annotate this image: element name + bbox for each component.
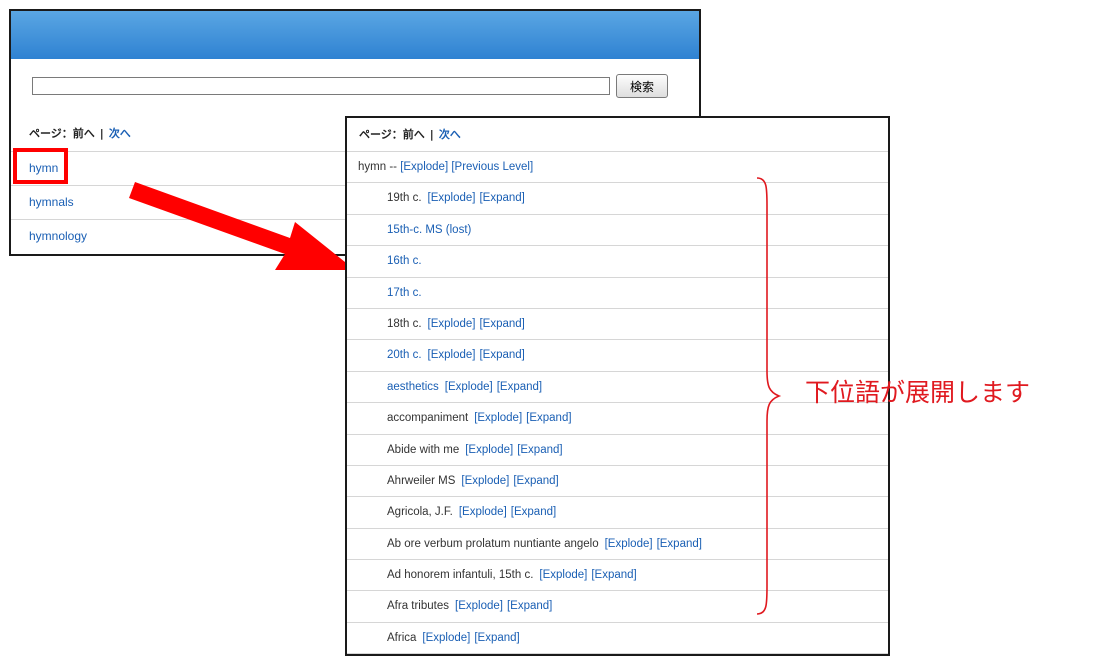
- subterm-label[interactable]: 20th c.: [387, 349, 422, 361]
- pager-separator: |: [99, 127, 104, 140]
- explode-link[interactable]: [Explode]: [459, 506, 507, 518]
- subterm-label: Abide with me: [387, 443, 460, 456]
- subterm-actions: [Explode] [Expand]: [605, 538, 706, 550]
- subterm-label: Africa: [387, 631, 417, 644]
- subterm-row: Ab ore verbum prolatum nuntiante angelo […: [347, 529, 888, 561]
- subterm-row: Ahrweiler MS [Explode] [Expand]: [347, 466, 888, 498]
- expand-link[interactable]: [Expand]: [657, 538, 702, 550]
- subterm-row: 20th c. [Explode] [Expand]: [347, 340, 888, 372]
- expand-link[interactable]: [Expand]: [497, 381, 542, 393]
- explode-link[interactable]: [Explode]: [400, 161, 448, 173]
- subterm-label[interactable]: 15th-c. MS (lost): [387, 224, 471, 236]
- subterm-actions: [Explode] [Expand]: [474, 412, 575, 424]
- subterm-row: Ad honorem infantuli, 15th c. [Explode] [E…: [347, 560, 888, 592]
- pager: ページ：前へ | 次へ: [29, 125, 131, 141]
- subterm-label: 19th c.: [387, 192, 422, 205]
- subterm-actions: [Explode] [Expand]: [428, 349, 529, 361]
- subterm-label: Ab ore verbum prolatum nuntiante angelo: [387, 537, 599, 550]
- subterm-actions: [Explode] [Expand]: [459, 506, 560, 518]
- subterm-row: 19th c. [Explode] [Expand]: [347, 183, 888, 215]
- expand-link[interactable]: [Expand]: [517, 444, 562, 456]
- subterm-row: 17th c.: [347, 278, 888, 309]
- previous-level-link[interactable]: [Previous Level]: [451, 161, 533, 173]
- header-bar: [11, 11, 699, 59]
- parent-term-row: hymn -- [Explode] [Previous Level]: [347, 152, 888, 184]
- expand-link[interactable]: [Expand]: [479, 192, 524, 204]
- subterm-actions: [Explode] [Expand]: [539, 569, 640, 581]
- subterm-row: Afra tributes [Explode] [Expand]: [347, 591, 888, 623]
- explode-link[interactable]: [Explode]: [422, 632, 470, 644]
- result-link[interactable]: hymnals: [29, 195, 74, 209]
- explode-link[interactable]: [Explode]: [455, 600, 503, 612]
- pager: ページ：前へ | 次へ: [347, 118, 888, 152]
- expand-link[interactable]: [Expand]: [511, 506, 556, 518]
- explode-link[interactable]: [Explode]: [445, 381, 493, 393]
- annotation-caption: 下位語が展開します: [805, 378, 1031, 407]
- subterm-label: 18th c.: [387, 317, 422, 330]
- subterm-list: 19th c. [Explode] [Expand] 15th-c. MS (lost…: [347, 183, 888, 654]
- parent-term-label: hymn --: [358, 161, 397, 173]
- subterm-actions: [Explode] [Expand]: [445, 381, 546, 393]
- subterm-label[interactable]: 16th c.: [387, 255, 422, 267]
- explode-link[interactable]: [Explode]: [428, 349, 476, 361]
- subterm-actions: [Explode] [Expand]: [428, 192, 529, 204]
- search-button[interactable]: 検索: [616, 74, 668, 98]
- subterm-actions: [Explode] [Expand]: [428, 318, 529, 330]
- subterm-row: Abide with me [Explode] [Expand]: [347, 435, 888, 466]
- red-arrow-icon: [129, 182, 355, 270]
- subterm-actions: [Explode] [Expand]: [422, 632, 523, 644]
- explode-link[interactable]: [Explode]: [474, 412, 522, 424]
- subterm-actions: [Explode] [Expand]: [455, 600, 556, 612]
- expand-link[interactable]: [Expand]: [474, 632, 519, 644]
- curly-brace-icon: [756, 177, 782, 615]
- subterm-label[interactable]: 17th c.: [387, 287, 422, 299]
- explode-link[interactable]: [Explode]: [605, 538, 653, 550]
- subterm-row: 18th c. [Explode] [Expand]: [347, 309, 888, 341]
- result-link[interactable]: hymnology: [29, 229, 87, 243]
- subterm-label: Ahrweiler MS: [387, 474, 456, 487]
- explode-link[interactable]: [Explode]: [428, 192, 476, 204]
- pager-separator: |: [429, 128, 434, 141]
- explode-link[interactable]: [Explode]: [461, 475, 509, 487]
- expand-link[interactable]: [Expand]: [507, 600, 552, 612]
- subterm-actions: [Explode] [Expand]: [461, 475, 562, 487]
- expand-link[interactable]: [Expand]: [479, 318, 524, 330]
- subterm-label: accompaniment: [387, 412, 469, 425]
- pager-prev-label: ページ：前へ: [359, 128, 425, 141]
- expand-link[interactable]: [Expand]: [513, 475, 558, 487]
- explode-link[interactable]: [Explode]: [428, 318, 476, 330]
- pager-next-link[interactable]: 次へ: [109, 127, 131, 140]
- subterm-label: Ad honorem infantuli, 15th c.: [387, 569, 534, 582]
- expand-link[interactable]: [Expand]: [479, 349, 524, 361]
- subterm-label[interactable]: aesthetics: [387, 381, 439, 393]
- pager-next-link[interactable]: 次へ: [439, 128, 461, 141]
- explode-link[interactable]: [Explode]: [465, 444, 513, 456]
- search-input[interactable]: [32, 77, 610, 95]
- subterm-label: Afra tributes: [387, 600, 449, 613]
- highlight-box: [13, 148, 68, 184]
- subterm-row: Agricola, J.F. [Explode] [Expand]: [347, 497, 888, 529]
- subterm-actions: [Explode] [Expand]: [465, 444, 566, 456]
- subterm-row: 16th c.: [347, 246, 888, 278]
- subterm-row: 15th-c. MS (lost): [347, 215, 888, 247]
- expand-link[interactable]: [Expand]: [591, 569, 636, 581]
- subterm-label: Agricola, J.F.: [387, 506, 453, 519]
- search-row: 検索: [32, 74, 672, 98]
- subterm-row: Africa [Explode] [Expand]: [347, 623, 888, 654]
- pager-prev-label: ページ：前へ: [29, 127, 95, 140]
- expand-link[interactable]: [Expand]: [526, 412, 571, 424]
- explode-link[interactable]: [Explode]: [539, 569, 587, 581]
